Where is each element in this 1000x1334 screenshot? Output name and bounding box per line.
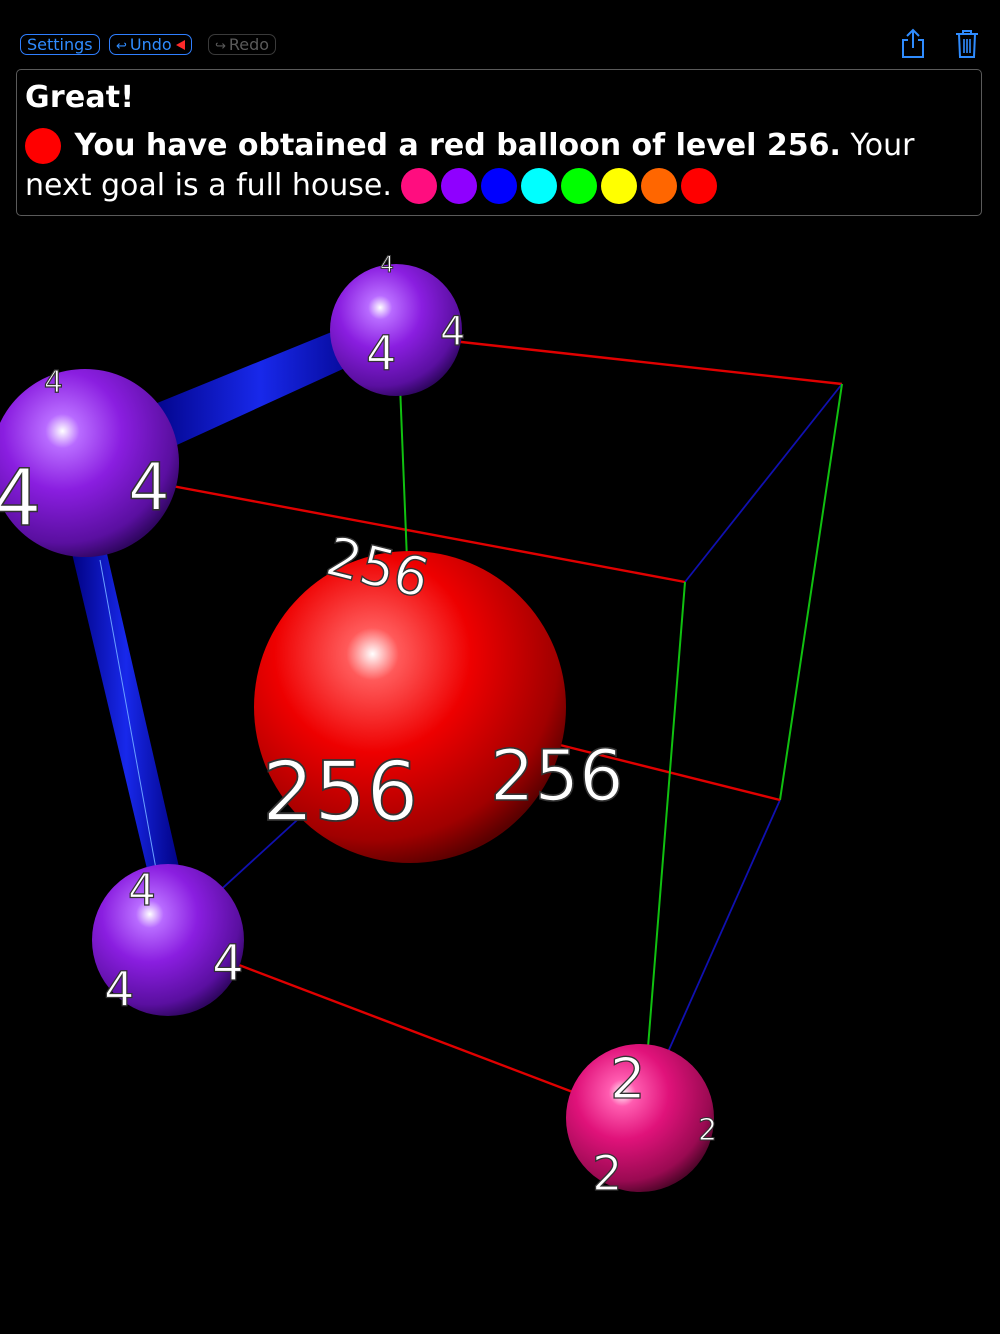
balloon-level: 2 — [592, 1146, 623, 1202]
trash-icon[interactable] — [952, 28, 982, 60]
balloon-level: 256 — [262, 745, 419, 840]
share-icon[interactable] — [898, 28, 928, 60]
message-body: You have obtained a red balloon of level… — [25, 126, 975, 206]
goal-color-dots — [401, 168, 721, 204]
redo-label: Redo — [228, 35, 270, 54]
message-bold-text: You have obtained a red balloon of level… — [74, 128, 841, 163]
balloon-level: 4 — [104, 962, 135, 1018]
settings-button[interactable]: Settings — [20, 34, 100, 55]
balloon-level: 4 — [44, 365, 63, 400]
toolbar: Settings ↩ Undo ↪ Redo — [0, 0, 1000, 70]
settings-label: Settings — [27, 35, 93, 54]
balloon-level: 256 — [490, 735, 624, 817]
balloon-level: 4 — [128, 449, 170, 526]
goal-color-dot — [641, 168, 678, 204]
current-balloon-dot — [25, 128, 61, 164]
undo-label: Undo — [129, 35, 172, 54]
goal-color-dot — [561, 168, 598, 204]
message-panel: Great! You have obtained a red balloon o… — [16, 69, 982, 216]
goal-color-dot — [601, 168, 638, 204]
undo-button[interactable]: ↩ Undo — [109, 34, 192, 55]
goal-color-dot — [441, 168, 478, 204]
balloon-level: 2 — [610, 1047, 646, 1112]
undo-arrow-icon: ↩ — [116, 39, 127, 54]
balloon[interactable]: 2 2 2 — [566, 1044, 718, 1203]
balloon[interactable]: 4 4 4 — [330, 253, 466, 396]
redo-arrow-icon: ↪ — [215, 39, 226, 54]
goal-color-dot — [401, 168, 438, 204]
message-title: Great! — [25, 80, 135, 115]
goal-color-dot — [681, 168, 718, 204]
balloon-level: 4 — [128, 865, 156, 916]
redo-button[interactable]: ↪ Redo — [208, 34, 277, 55]
balloon-level: 4 — [212, 934, 244, 992]
goal-color-dot — [481, 168, 518, 204]
balloon[interactable]: 256 256 256 — [254, 524, 624, 863]
balloon-level: 4 — [440, 309, 465, 355]
balloon-level: 4 — [366, 326, 397, 382]
balloon-level: 4 — [0, 454, 42, 544]
undo-indicator-icon — [175, 40, 185, 50]
balloon[interactable]: 4 4 4 — [0, 364, 179, 557]
balloon[interactable]: 4 4 4 — [92, 864, 244, 1019]
game-scene[interactable]: 4 4 4 4 4 4 256 256 256 4 4 4 2 2 2 — [0, 220, 1000, 1334]
balloon-level: 4 — [380, 253, 394, 278]
goal-color-dot — [521, 168, 558, 204]
balloon-level: 2 — [698, 1113, 717, 1148]
